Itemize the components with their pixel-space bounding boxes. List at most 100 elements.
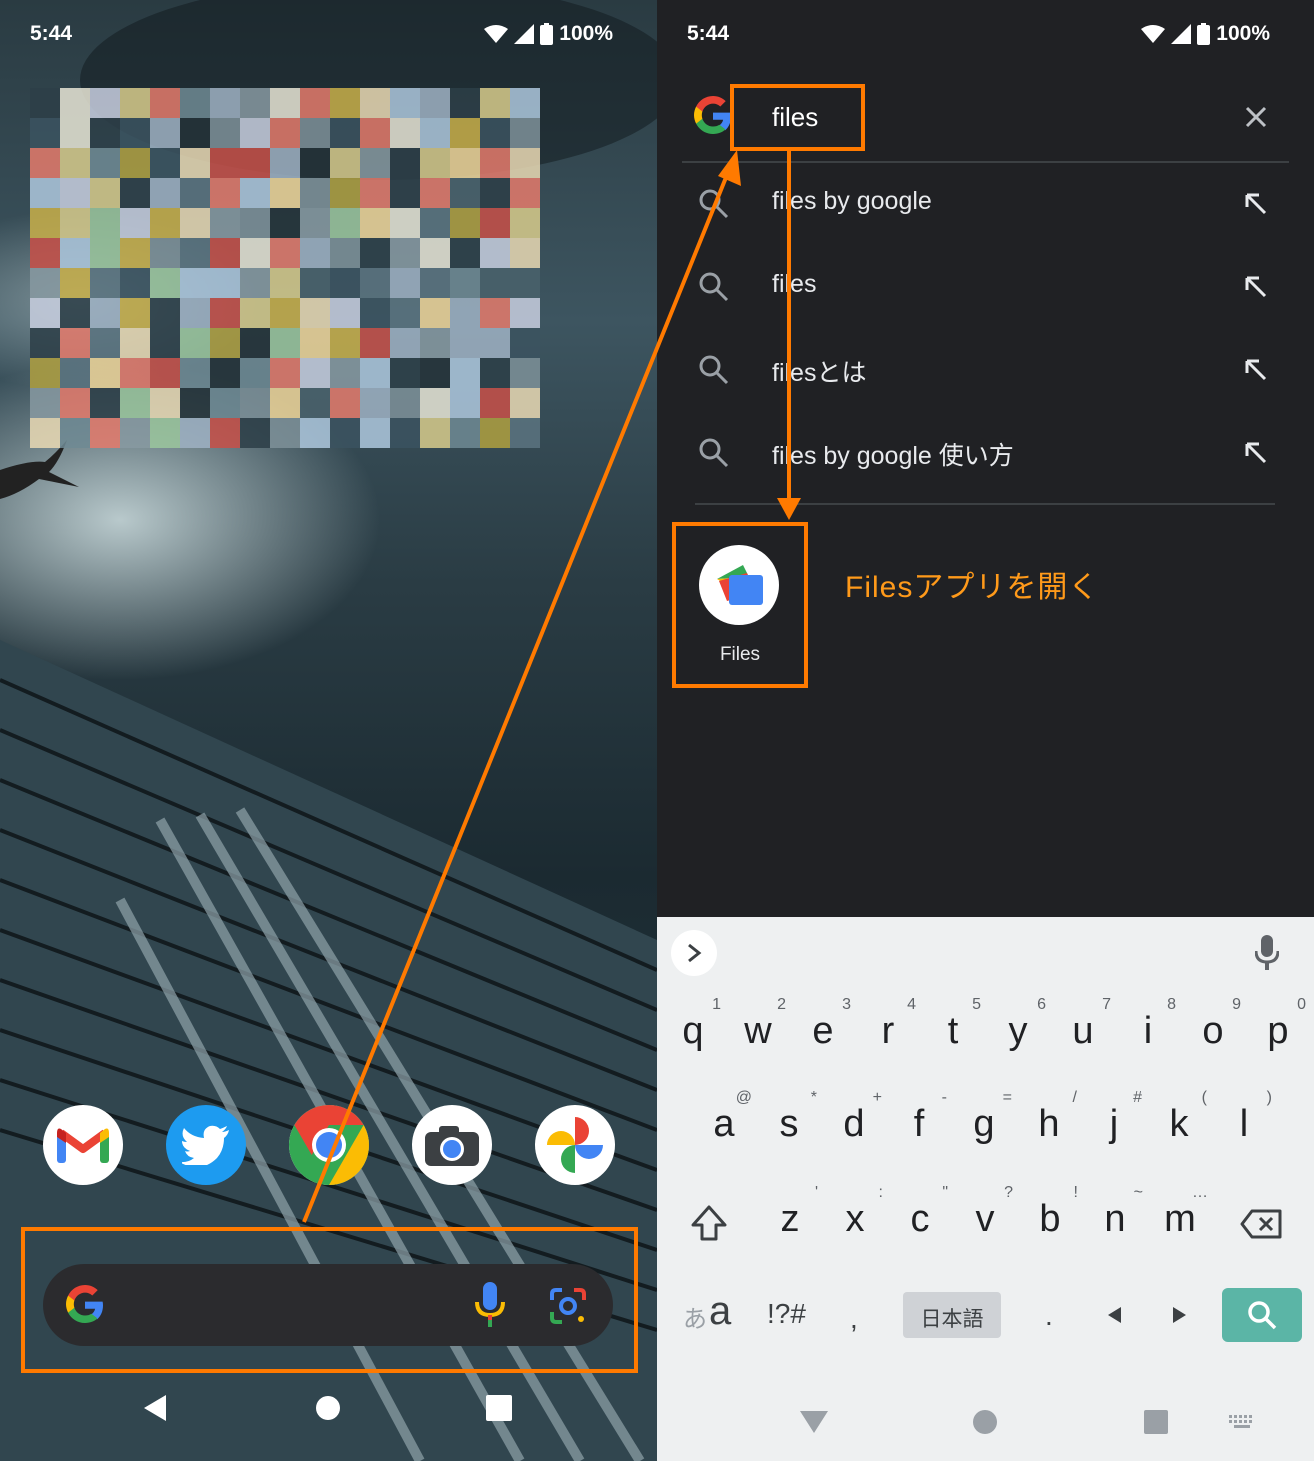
mosaic-cell [90, 298, 120, 328]
mosaic-cell [120, 328, 150, 358]
mosaic-cell [300, 388, 330, 418]
symbols-key[interactable]: !?# [767, 1298, 806, 1330]
comma-key[interactable]: , [850, 1303, 858, 1335]
cursor-right-key[interactable] [1171, 1306, 1187, 1324]
insert-arrow-icon[interactable] [1245, 276, 1267, 298]
mosaic-cell [450, 88, 480, 118]
mosaic-cell [60, 418, 90, 448]
key-a[interactable]: @ a [694, 1089, 754, 1175]
key-label: k [1169, 1103, 1189, 1145]
home-icon[interactable] [316, 1396, 340, 1420]
mosaic-cell [180, 298, 210, 328]
lang-toggle-key[interactable]: あ a [683, 1289, 743, 1339]
mosaic-cell [420, 268, 450, 298]
key-label: u [1072, 1010, 1094, 1052]
mosaic-cell [360, 298, 390, 328]
insert-arrow-icon[interactable] [1245, 442, 1267, 464]
camera-icon[interactable] [412, 1105, 492, 1185]
key-b[interactable]: ! b [1020, 1184, 1080, 1270]
period-key[interactable]: . [1045, 1300, 1053, 1332]
clear-icon[interactable] [1245, 106, 1267, 128]
home-icon[interactable] [973, 1410, 997, 1434]
back-icon[interactable] [142, 1395, 168, 1421]
key-t[interactable]: 5t [923, 996, 983, 1082]
key-y[interactable]: 6y [988, 996, 1048, 1082]
keyboard-switch-icon[interactable] [1229, 1415, 1255, 1429]
key-o[interactable]: 9o [1183, 996, 1243, 1082]
key-h[interactable]: / h [1019, 1089, 1079, 1175]
mosaic-cell [420, 88, 450, 118]
cursor-left-key[interactable] [1107, 1306, 1123, 1324]
mosaic-cell [330, 118, 360, 148]
key-z[interactable]: ' z [760, 1184, 820, 1270]
key-l[interactable]: ) l [1214, 1089, 1274, 1175]
mosaic-cell [60, 118, 90, 148]
mosaic-cell [90, 358, 120, 388]
key-c[interactable]: " c [890, 1184, 950, 1270]
mosaic-cell [510, 118, 540, 148]
mosaic-cell [30, 418, 60, 448]
pixelated-widgets [30, 88, 540, 450]
mosaic-cell [360, 358, 390, 388]
mosaic-cell [90, 388, 120, 418]
key-k[interactable]: (k [1149, 1089, 1209, 1175]
backspace-key[interactable] [1240, 1209, 1282, 1239]
key-g[interactable]: = g [954, 1089, 1014, 1175]
key-v[interactable]: ? v [955, 1184, 1015, 1270]
mosaic-cell [480, 298, 510, 328]
mosaic-cell [480, 178, 510, 208]
key-u[interactable]: 7u [1053, 996, 1113, 1082]
recents-icon[interactable] [486, 1395, 512, 1421]
recents-icon[interactable] [1144, 1410, 1168, 1434]
search-icon [699, 438, 729, 468]
key-f[interactable]: -f [889, 1089, 949, 1175]
keyboard-expand-button[interactable] [671, 930, 717, 976]
keyboard: 1q2w3e4r5t6y7u8i9o0p @ a * s + d - f = g / h # j(k) l … [657, 917, 1314, 1461]
mosaic-cell [180, 388, 210, 418]
key-q[interactable]: 1q [663, 996, 723, 1082]
mosaic-cell [150, 238, 180, 268]
hide-keyboard-icon[interactable] [800, 1411, 828, 1433]
mosaic-cell [180, 208, 210, 238]
key-p[interactable]: 0p [1248, 996, 1308, 1082]
key-e[interactable]: 3e [793, 996, 853, 1082]
mosaic-cell [180, 238, 210, 268]
insert-arrow-icon[interactable] [1245, 359, 1267, 381]
key-label: c [910, 1198, 930, 1240]
chrome-icon[interactable] [289, 1105, 369, 1185]
key-x[interactable]: :x [825, 1184, 885, 1270]
suggestion-item[interactable]: filesとは [657, 331, 1314, 411]
mosaic-cell [510, 388, 540, 418]
key-d[interactable]: + d [824, 1089, 884, 1175]
suggestion-item[interactable]: files by google 使い方 [657, 414, 1314, 494]
photos-icon[interactable] [535, 1105, 615, 1185]
key-n[interactable]: ~ n [1085, 1184, 1145, 1270]
wifi-icon [484, 25, 509, 43]
twitter-icon[interactable] [166, 1105, 246, 1185]
insert-arrow-icon[interactable] [1245, 193, 1267, 215]
key-i[interactable]: 8i [1118, 996, 1178, 1082]
mosaic-cell [270, 388, 300, 418]
mosaic-cell [450, 268, 480, 298]
key-r[interactable]: 4r [858, 996, 918, 1082]
suggestion-item[interactable]: files by google [657, 165, 1314, 245]
shift-key[interactable] [691, 1205, 727, 1241]
mosaic-cell [360, 268, 390, 298]
mosaic-cell [240, 388, 270, 418]
divider [682, 161, 1289, 163]
key-m[interactable]: … m [1150, 1184, 1210, 1270]
mosaic-cell [120, 268, 150, 298]
mosaic-cell [270, 328, 300, 358]
chevron-right-icon [688, 943, 702, 963]
key-j[interactable]: # j [1084, 1089, 1144, 1175]
suggestion-item[interactable]: files [657, 248, 1314, 328]
mosaic-cell [300, 328, 330, 358]
mosaic-cell [240, 328, 270, 358]
microphone-icon[interactable] [1255, 935, 1279, 971]
key-w[interactable]: 2w [728, 996, 788, 1082]
mosaic-cell [150, 268, 180, 298]
search-key[interactable] [1222, 1288, 1302, 1342]
key-s[interactable]: * s [759, 1089, 819, 1175]
japanese-key[interactable]: 日本語 [903, 1292, 1001, 1338]
gmail-icon[interactable] [43, 1105, 123, 1185]
